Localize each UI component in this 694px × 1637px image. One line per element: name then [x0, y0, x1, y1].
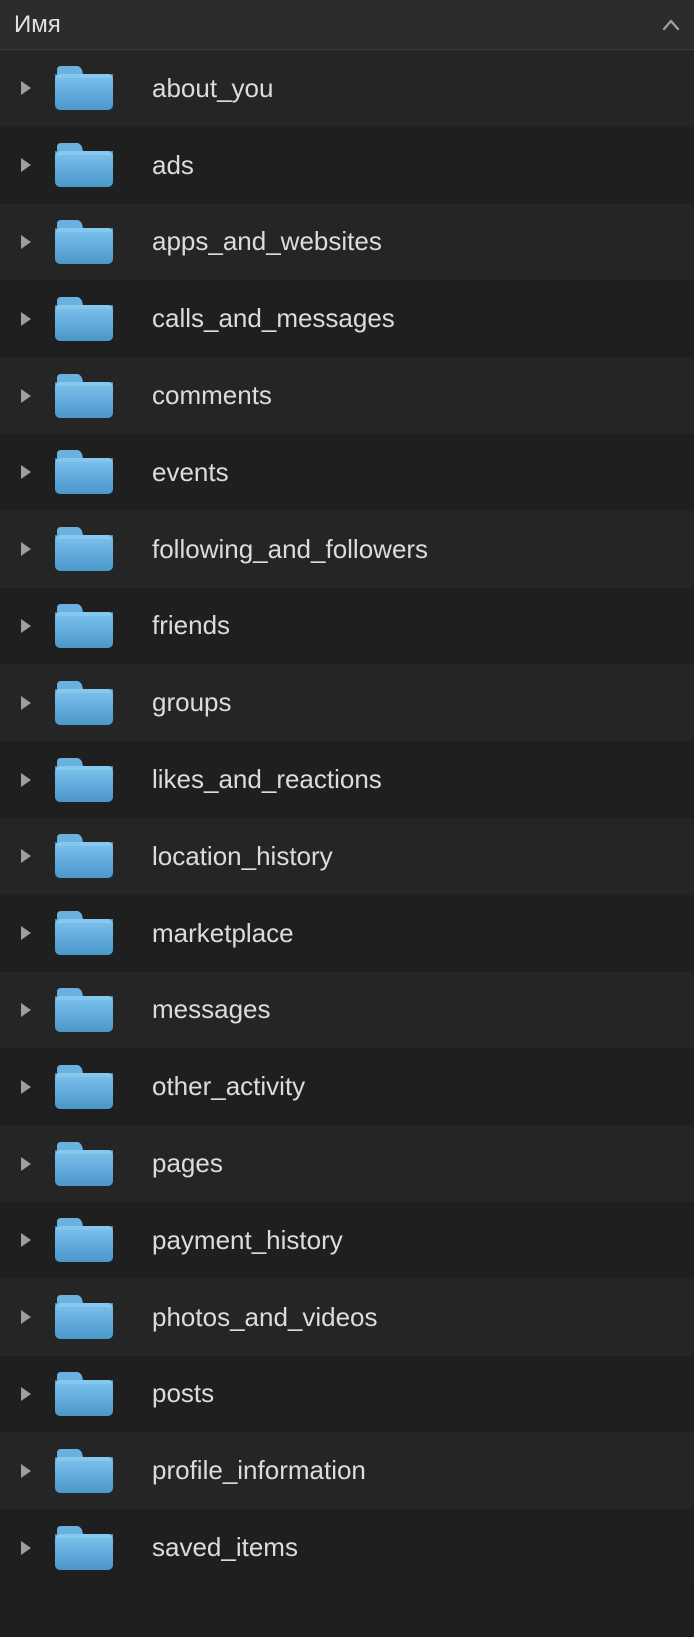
file-list-panel: Имя — [0, 0, 694, 1586]
disclosure-triangle-icon[interactable] — [12, 1386, 40, 1402]
folder-name: marketplace — [152, 918, 294, 949]
folder-row[interactable]: pages — [0, 1125, 694, 1202]
column-header-label: Имя — [14, 11, 61, 39]
disclosure-triangle-icon[interactable] — [12, 311, 40, 327]
disclosure-triangle-icon[interactable] — [12, 1079, 40, 1095]
folder-icon — [40, 1216, 128, 1264]
folder-icon — [40, 525, 128, 573]
folder-row[interactable]: calls_and_messages — [0, 280, 694, 357]
folder-row[interactable]: payment_history — [0, 1202, 694, 1279]
folder-name: photos_and_videos — [152, 1302, 378, 1333]
folder-row[interactable]: photos_and_videos — [0, 1279, 694, 1356]
disclosure-triangle-icon[interactable] — [12, 1156, 40, 1172]
folder-list: about_you ads — [0, 50, 694, 1586]
folder-name: messages — [152, 994, 271, 1025]
folder-row[interactable]: likes_and_reactions — [0, 741, 694, 818]
folder-name: groups — [152, 687, 232, 718]
folder-row[interactable]: ads — [0, 127, 694, 204]
disclosure-triangle-icon[interactable] — [12, 848, 40, 864]
folder-name: following_and_followers — [152, 534, 428, 565]
folder-name: likes_and_reactions — [152, 764, 382, 795]
disclosure-triangle-icon[interactable] — [12, 925, 40, 941]
folder-row[interactable]: location_history — [0, 818, 694, 895]
disclosure-triangle-icon[interactable] — [12, 618, 40, 634]
folder-icon — [40, 218, 128, 266]
disclosure-triangle-icon[interactable] — [12, 388, 40, 404]
column-header[interactable]: Имя — [0, 0, 694, 50]
sort-ascending-icon — [662, 19, 680, 31]
folder-icon — [40, 1293, 128, 1341]
folder-row[interactable]: friends — [0, 588, 694, 665]
folder-icon — [40, 832, 128, 880]
folder-name: profile_information — [152, 1455, 366, 1486]
folder-icon — [40, 372, 128, 420]
folder-name: calls_and_messages — [152, 303, 395, 334]
folder-icon — [40, 986, 128, 1034]
folder-name: location_history — [152, 841, 333, 872]
folder-row[interactable]: comments — [0, 357, 694, 434]
folder-icon — [40, 448, 128, 496]
disclosure-triangle-icon[interactable] — [12, 541, 40, 557]
disclosure-triangle-icon[interactable] — [12, 1309, 40, 1325]
folder-name: events — [152, 457, 229, 488]
folder-row[interactable]: marketplace — [0, 895, 694, 972]
folder-name: comments — [152, 380, 272, 411]
folder-icon — [40, 1524, 128, 1572]
disclosure-triangle-icon[interactable] — [12, 234, 40, 250]
folder-row[interactable]: following_and_followers — [0, 511, 694, 588]
folder-icon — [40, 756, 128, 804]
disclosure-triangle-icon[interactable] — [12, 157, 40, 173]
folder-name: apps_and_websites — [152, 226, 382, 257]
folder-icon — [40, 909, 128, 957]
folder-name: payment_history — [152, 1225, 343, 1256]
folder-icon — [40, 295, 128, 343]
folder-name: saved_items — [152, 1532, 298, 1563]
disclosure-triangle-icon[interactable] — [12, 1463, 40, 1479]
folder-icon — [40, 1140, 128, 1188]
disclosure-triangle-icon[interactable] — [12, 1232, 40, 1248]
disclosure-triangle-icon[interactable] — [12, 1002, 40, 1018]
disclosure-triangle-icon[interactable] — [12, 80, 40, 96]
folder-icon — [40, 64, 128, 112]
folder-row[interactable]: other_activity — [0, 1048, 694, 1125]
folder-row[interactable]: events — [0, 434, 694, 511]
folder-icon — [40, 1063, 128, 1111]
disclosure-triangle-icon[interactable] — [12, 772, 40, 788]
disclosure-triangle-icon[interactable] — [12, 1540, 40, 1556]
folder-name: pages — [152, 1148, 223, 1179]
folder-row[interactable]: messages — [0, 972, 694, 1049]
folder-name: posts — [152, 1378, 214, 1409]
disclosure-triangle-icon[interactable] — [12, 464, 40, 480]
folder-row[interactable]: about_you — [0, 50, 694, 127]
folder-icon — [40, 602, 128, 650]
folder-row[interactable]: profile_information — [0, 1432, 694, 1509]
folder-name: ads — [152, 150, 194, 181]
folder-icon — [40, 141, 128, 189]
folder-icon — [40, 679, 128, 727]
folder-row[interactable]: posts — [0, 1356, 694, 1433]
folder-icon — [40, 1370, 128, 1418]
disclosure-triangle-icon[interactable] — [12, 695, 40, 711]
folder-name: friends — [152, 610, 230, 641]
folder-name: other_activity — [152, 1071, 305, 1102]
folder-row[interactable]: groups — [0, 664, 694, 741]
folder-icon — [40, 1447, 128, 1495]
folder-row[interactable]: apps_and_websites — [0, 204, 694, 281]
folder-row[interactable]: saved_items — [0, 1509, 694, 1586]
folder-name: about_you — [152, 73, 273, 104]
